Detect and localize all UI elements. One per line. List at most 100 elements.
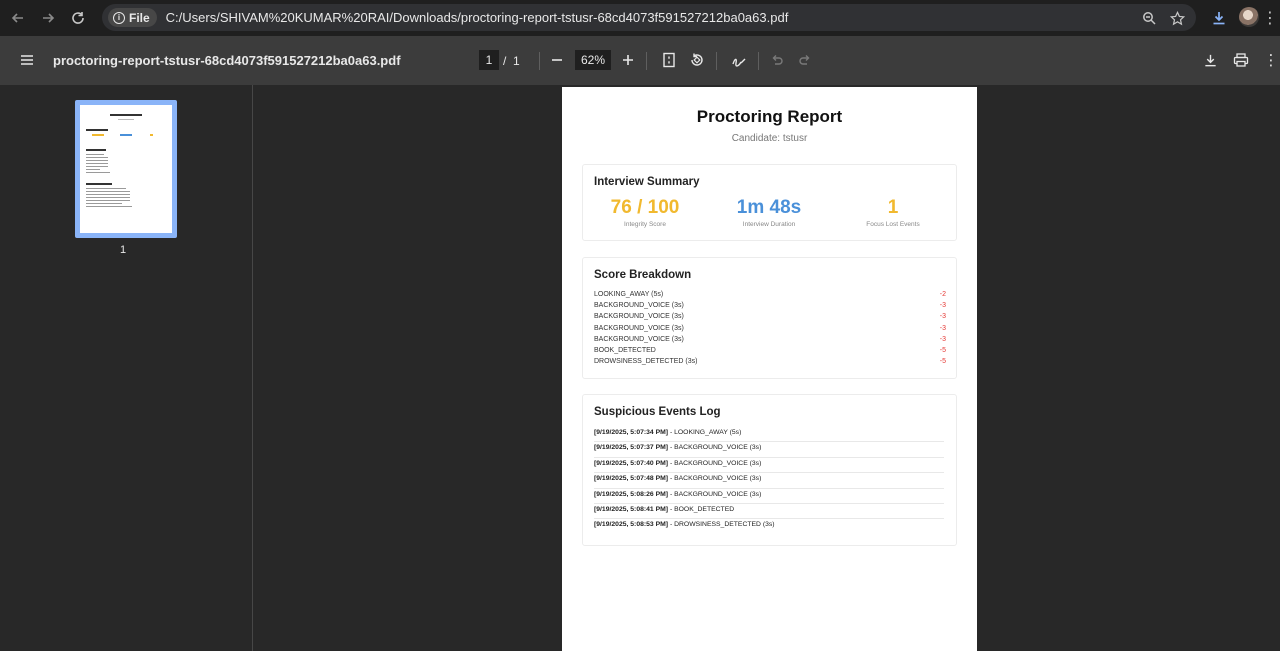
breakdown-penalty: -2 <box>939 291 946 298</box>
breakdown-label: BACKGROUND_VOICE (3s) <box>594 335 684 343</box>
interview-duration-value: 1m 48s <box>736 197 802 218</box>
breakdown-penalty: -5 <box>939 347 946 354</box>
pdf-page: Proctoring Report Candidate: tstusr Inte… <box>562 87 977 651</box>
breakdown-label: LOOKING_AWAY (5s) <box>594 291 664 298</box>
integrity-score-stat: 76 / 100 Integrity Score <box>585 197 705 228</box>
fit-to-page-icon[interactable] <box>658 49 680 71</box>
breakdown-row: BACKGROUND_VOICE (3s) -3 <box>594 313 946 320</box>
breakdown-penalty: -3 <box>939 302 946 310</box>
bookmark-star-icon[interactable] <box>1168 9 1186 27</box>
interview-duration-stat: 1m 48s Interview Duration <box>709 197 829 228</box>
toolbar-divider <box>758 52 759 70</box>
site-info-chip[interactable]: i File <box>108 8 157 27</box>
event-type: - DROWSINESS_DETECTED (3s) <box>668 521 775 529</box>
event-time: [9/19/2025, 5:08:53 PM] <box>594 521 669 529</box>
rotate-icon[interactable] <box>686 49 708 71</box>
breakdown-penalty: -5 <box>939 358 946 366</box>
events-heading: Suspicious Events Log <box>594 406 721 418</box>
breakdown-card: Score Breakdown LOOKING_AWAY (5s) -2 BACK… <box>582 257 957 379</box>
download-icon[interactable] <box>1199 49 1221 71</box>
undo-icon[interactable] <box>766 49 788 71</box>
event-row: [9/19/2025, 5:08:26 PM] - BACKGROUND_VOI… <box>594 489 944 504</box>
breakdown-row: LOOKING_AWAY (5s) -2 <box>594 291 946 298</box>
event-row: [9/19/2025, 5:07:34 PM] - LOOKING_AWAY (… <box>594 427 944 443</box>
event-row: [9/19/2025, 5:08:41 PM] - BOOK_DETECTED <box>594 504 944 520</box>
event-row: [9/19/2025, 5:07:40 PM] - BACKGROUND_VOI… <box>594 458 944 474</box>
report-title: Proctoring Report <box>696 107 843 126</box>
breakdown-label: BACKGROUND_VOICE (3s) <box>594 324 684 332</box>
page-count: / 1 <box>503 54 520 68</box>
events-card: Suspicious Events Log [9/19/2025, 5:07:3… <box>582 394 957 546</box>
breakdown-label: DROWSINESS_DETECTED (3s) <box>594 358 698 366</box>
back-icon[interactable] <box>3 3 33 33</box>
address-bar[interactable]: i File C:/Users/SHIVAM%20KUMAR%20RAI/Dow… <box>102 4 1196 31</box>
event-time: [9/19/2025, 5:08:26 PM] <box>594 490 669 498</box>
candidate-name: Candidate: tstusr <box>731 133 808 144</box>
thumbnail-page-number: 1 <box>120 244 127 256</box>
print-icon[interactable] <box>1230 49 1252 71</box>
reload-icon[interactable] <box>63 3 93 33</box>
breakdown-penalty: -3 <box>939 335 946 343</box>
page-thumbnail[interactable] <box>75 100 177 238</box>
thumbnail-page-preview <box>80 105 172 233</box>
focus-lost-stat: 1 Focus Lost Events <box>833 197 953 228</box>
focus-lost-label: Focus Lost Events <box>866 221 920 228</box>
pdf-toolbar: proctoring-report-tstusr-68cd4073f591527… <box>0 36 1280 85</box>
downloads-icon[interactable] <box>1208 7 1230 29</box>
event-type: - BACKGROUND_VOICE (3s) <box>668 490 762 498</box>
sidebar-menu-icon[interactable] <box>18 51 36 69</box>
summary-heading: Interview Summary <box>594 176 700 188</box>
page-total: 1 <box>513 54 520 68</box>
pdf-viewer: Proctoring Report Candidate: tstusr Inte… <box>254 85 1280 651</box>
breakdown-row: BACKGROUND_VOICE (3s) -3 <box>594 336 946 343</box>
interview-duration-label: Interview Duration <box>742 221 796 228</box>
breakdown-label: BOOK_DETECTED <box>594 347 656 354</box>
event-time: [9/19/2025, 5:07:37 PM] <box>594 444 669 452</box>
breakdown-label: BACKGROUND_VOICE (3s) <box>594 313 684 321</box>
toolbar-divider <box>646 52 647 70</box>
draw-annotation-icon[interactable] <box>728 49 750 71</box>
file-chip-label: File <box>129 10 150 25</box>
event-row: [9/19/2025, 5:08:53 PM] - DROWSINESS_DET… <box>594 519 944 534</box>
browser-toolbar: i File C:/Users/SHIVAM%20KUMAR%20RAI/Dow… <box>0 0 1280 36</box>
event-type: - BACKGROUND_VOICE (3s) <box>668 475 762 483</box>
page-number-input[interactable]: 1 <box>479 50 499 70</box>
event-time: [9/19/2025, 5:08:41 PM] <box>594 506 669 513</box>
event-type: - BOOK_DETECTED <box>668 506 735 513</box>
breakdown-penalty: -3 <box>939 313 946 321</box>
event-row: [9/19/2025, 5:07:48 PM] - BACKGROUND_VOI… <box>594 473 944 489</box>
forward-icon[interactable] <box>33 3 63 33</box>
profile-avatar[interactable] <box>1239 7 1259 27</box>
breakdown-row: DROWSINESS_DETECTED (3s) -5 <box>594 358 946 365</box>
zoom-icon[interactable] <box>1140 9 1158 27</box>
url-text[interactable]: C:/Users/SHIVAM%20KUMAR%20RAI/Downloads/… <box>166 10 789 25</box>
thumbnail-sidebar: 1 <box>0 85 253 651</box>
integrity-score-value: 76 / 100 <box>610 197 680 218</box>
event-time: [9/19/2025, 5:07:40 PM] <box>594 459 669 467</box>
breakdown-row: BACKGROUND_VOICE (3s) -3 <box>594 325 946 332</box>
event-type: - LOOKING_AWAY (5s) <box>668 429 742 436</box>
breakdown-penalty: -3 <box>939 324 946 332</box>
browser-menu-icon[interactable]: ⋮ <box>1262 8 1278 28</box>
zoom-in-icon[interactable] <box>617 49 639 71</box>
breakdown-heading: Score Breakdown <box>594 269 692 281</box>
event-type: - BACKGROUND_VOICE (3s) <box>668 444 762 452</box>
event-type: - BACKGROUND_VOICE (3s) <box>668 459 762 467</box>
event-time: [9/19/2025, 5:07:48 PM] <box>594 475 669 483</box>
event-row: [9/19/2025, 5:07:37 PM] - BACKGROUND_VOI… <box>594 442 944 458</box>
zoom-out-icon[interactable] <box>546 49 568 71</box>
more-options-icon[interactable]: ⋮ <box>1260 49 1280 71</box>
breakdown-label: BACKGROUND_VOICE (3s) <box>594 302 684 310</box>
page-separator: / <box>503 54 507 68</box>
breakdown-row: BACKGROUND_VOICE (3s) -3 <box>594 302 946 309</box>
toolbar-divider <box>716 52 717 70</box>
info-icon: i <box>113 11 125 24</box>
document-title: proctoring-report-tstusr-68cd4073f591527… <box>53 53 401 68</box>
integrity-score-label: Integrity Score <box>624 221 666 228</box>
event-time: [9/19/2025, 5:07:34 PM] <box>594 429 669 436</box>
redo-icon[interactable] <box>794 49 816 71</box>
focus-lost-value: 1 <box>887 197 899 218</box>
breakdown-row: BOOK_DETECTED -5 <box>594 347 946 354</box>
zoom-level-input[interactable]: 62% <box>575 50 611 70</box>
toolbar-divider <box>539 52 540 70</box>
